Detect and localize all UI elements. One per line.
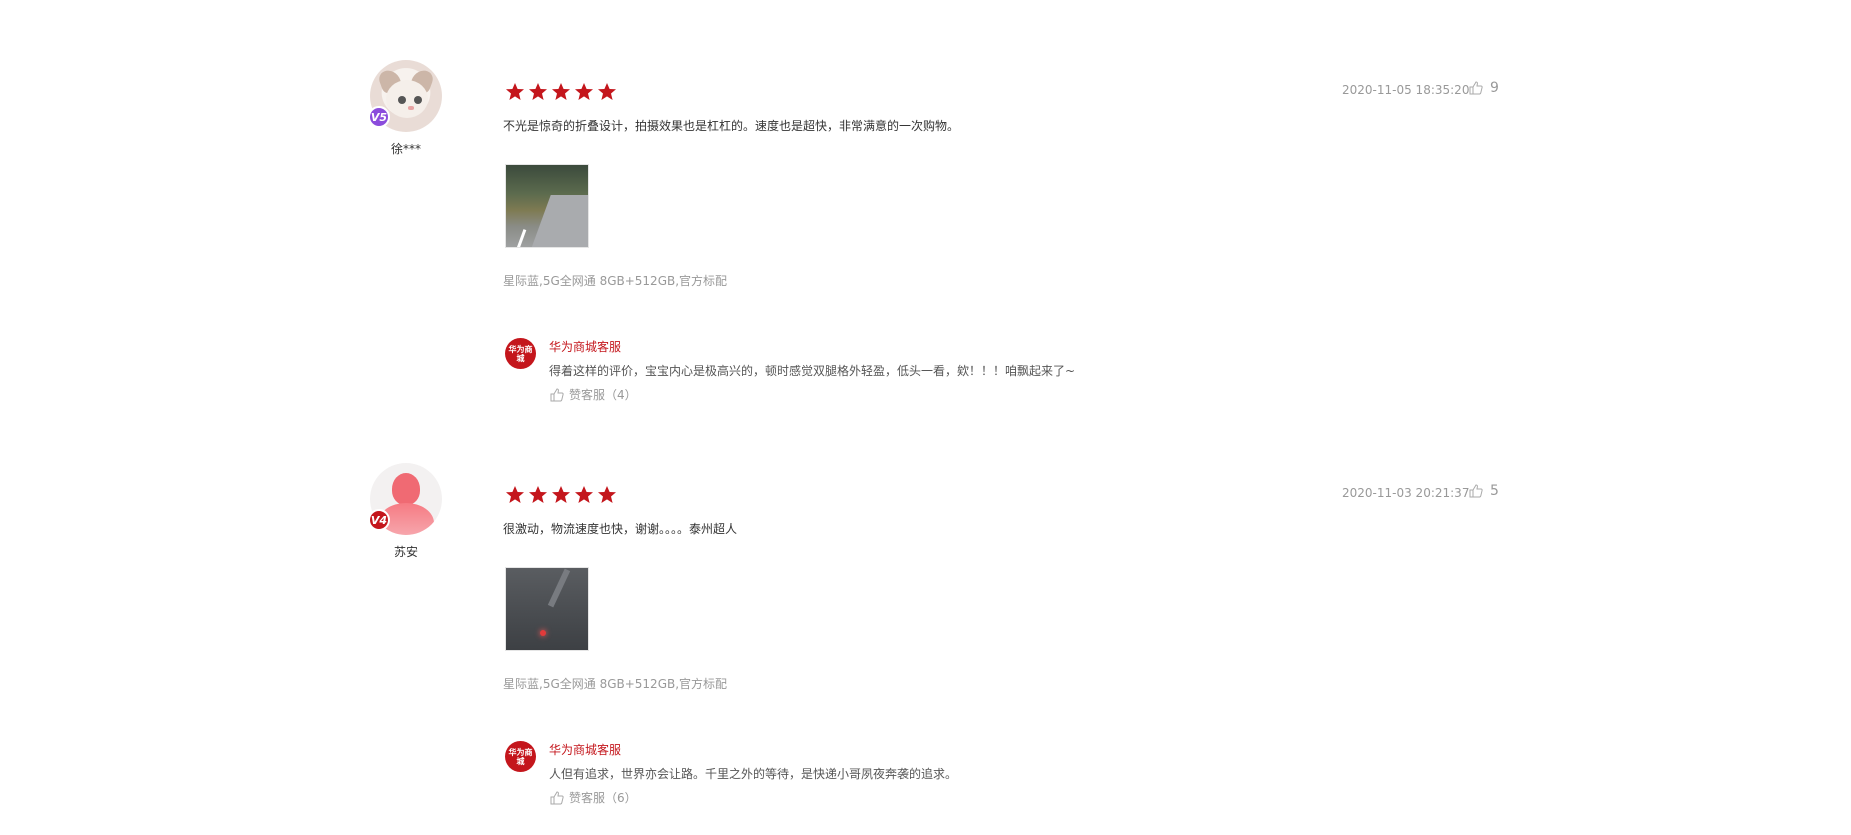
huawei-mall-logo-icon: 华为商城 [505, 741, 536, 772]
username: 徐*** [390, 142, 421, 156]
product-spec: 星际蓝,5G全网通 8GB+512GB,官方标配 [503, 677, 728, 691]
thumbs-up-icon [549, 790, 565, 806]
review-photo[interactable] [505, 164, 589, 248]
like-reply-label: 赞客服（6） [569, 791, 637, 805]
like-reply-button[interactable]: 赞客服（4） [549, 386, 637, 403]
star-icon [505, 485, 525, 505]
star-icon [551, 485, 571, 505]
reply-author: 华为商城客服 [549, 340, 622, 354]
like-count: 5 [1490, 483, 1499, 499]
like-reply-label: 赞客服（4） [569, 388, 637, 402]
star-icon [528, 485, 548, 505]
username: 苏安 [393, 545, 418, 559]
review-content: 不光是惊奇的折叠设计，拍摄效果也是杠杠的。速度也是超快，非常满意的一次购物。 [503, 119, 960, 133]
review-timestamp: 2020-11-05 18:35:20 [1342, 83, 1470, 97]
star-icon [597, 82, 617, 102]
review-item: V5 徐*** 2020-11-05 18:35:20 9 不光是惊奇的折叠设计… [0, 0, 1851, 402]
user-avatar[interactable]: V5 [368, 60, 442, 132]
huawei-mall-logo-icon: 华为商城 [505, 338, 536, 369]
star-rating [505, 82, 617, 102]
review-timestamp: 2020-11-03 20:21:37 [1342, 486, 1470, 500]
reply-author: 华为商城客服 [549, 743, 622, 757]
review-content: 很激动，物流速度也快，谢谢。。。。泰州超人 [503, 522, 738, 536]
like-button[interactable]: 5 [1468, 483, 1499, 499]
reply-text: 得着这样的评价，宝宝内心是极高兴的，顿时感觉双腿格外轻盈，低头一看，欸！！！咱飘… [549, 364, 1076, 378]
star-icon [551, 82, 571, 102]
review-item: V4 苏安 2020-11-03 20:21:37 5 很激动，物流速度也快，谢… [0, 403, 1851, 805]
vip-badge: V5 [368, 106, 390, 128]
star-icon [574, 485, 594, 505]
thumbs-up-icon [1468, 80, 1484, 96]
star-icon [597, 485, 617, 505]
star-icon [528, 82, 548, 102]
star-icon [505, 82, 525, 102]
thumbs-up-icon [1468, 483, 1484, 499]
thumbs-up-icon [549, 387, 565, 403]
review-photo[interactable] [505, 567, 589, 651]
like-reply-button[interactable]: 赞客服（6） [549, 789, 637, 806]
product-spec: 星际蓝,5G全网通 8GB+512GB,官方标配 [503, 274, 728, 288]
reply-text: 人但有追求，世界亦会让路。千里之外的等待，是快递小哥夙夜奔袭的追求。 [549, 767, 958, 781]
like-count: 9 [1490, 80, 1499, 96]
star-icon [574, 82, 594, 102]
like-button[interactable]: 9 [1468, 80, 1499, 96]
user-avatar[interactable]: V4 [368, 463, 442, 535]
star-rating [505, 485, 617, 505]
vip-badge: V4 [368, 509, 390, 531]
